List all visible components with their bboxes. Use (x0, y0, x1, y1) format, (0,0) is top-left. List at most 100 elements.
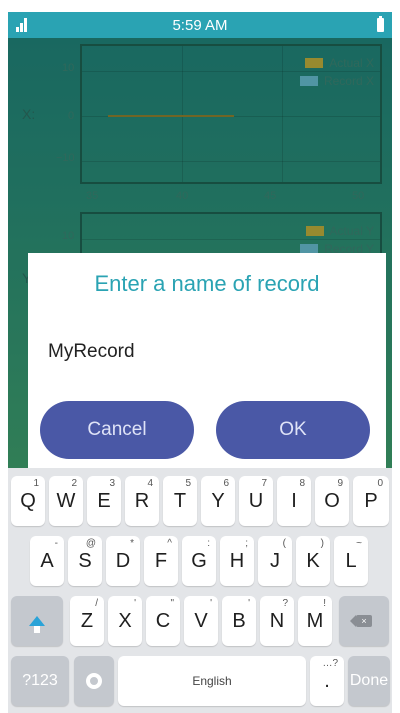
key-n[interactable]: ? N (260, 596, 294, 646)
key-j[interactable]: (J (258, 536, 292, 586)
key-v[interactable]: ' V (184, 596, 218, 646)
key-n-alt: ? (282, 598, 288, 609)
key-c-alt: " (170, 598, 174, 609)
record-name-dialog: Enter a name of record Cancel OK (28, 253, 386, 468)
key-d[interactable]: * D (106, 536, 140, 586)
backspace-key[interactable]: × (339, 596, 389, 646)
key-x-label: X (118, 609, 132, 632)
key-b-label: B (232, 609, 246, 632)
key-y[interactable]: 6Y (201, 476, 235, 526)
key-i-label: I (291, 489, 297, 512)
key-w-alt: 2 (71, 478, 77, 489)
key-g-label: G (191, 549, 207, 572)
key-q[interactable]: 1Q (11, 476, 45, 526)
cancel-button[interactable]: Cancel (40, 401, 194, 459)
key-f-alt: ^ (167, 538, 172, 549)
key-o-label: O (324, 489, 340, 512)
key-s-label: S (78, 549, 92, 572)
screen: 5:59 AM X: 10 0 −10 Actual X Record X 35… (0, 0, 400, 713)
key-z-label: Z (80, 609, 94, 632)
key-s[interactable]: @ S (68, 536, 102, 586)
key-f[interactable]: ^ F (144, 536, 178, 586)
key-h[interactable]: ; H (220, 536, 254, 586)
key-a-label: A (40, 549, 54, 572)
key-i[interactable]: 8I (277, 476, 311, 526)
dialog-title: Enter a name of record (94, 271, 320, 296)
key-o[interactable]: 9O (315, 476, 349, 526)
shift-key[interactable] (11, 596, 63, 646)
key-l-label: L (345, 549, 357, 572)
shift-arrow-icon (29, 616, 45, 633)
key-m[interactable]: ! M (298, 596, 332, 646)
key-a[interactable]: -A (30, 536, 64, 586)
key-t-label: T (173, 489, 187, 512)
key-w-label: W (56, 489, 76, 512)
soft-keyboard: 1Q 2W 3E 4R 5T 6Y 7U 8I 9O 0P -A @ S * D ^… (8, 468, 392, 713)
key-l-alt: ~ (356, 538, 362, 549)
key-a-alt: - (54, 538, 58, 549)
key-c-label: C (155, 609, 171, 632)
key-p[interactable]: 0P (353, 476, 389, 526)
status-time: 5:59 AM (172, 17, 228, 34)
key-w[interactable]: 2W (49, 476, 83, 526)
key-d-label: D (115, 549, 131, 572)
key-u[interactable]: 7U (239, 476, 273, 526)
key-k[interactable]: ) K (296, 536, 330, 586)
symbols-key[interactable]: ?123 (11, 656, 69, 706)
space-key[interactable]: English (118, 656, 306, 706)
key-g-alt: : (207, 538, 210, 549)
key-h-alt: ; (245, 538, 248, 549)
key-c[interactable]: " C (146, 596, 180, 646)
key-m-label: M (306, 609, 324, 632)
key-v-label: V (194, 609, 208, 632)
battery-icon (377, 16, 384, 32)
key-r[interactable]: 4R (125, 476, 159, 526)
key-j-label: J (270, 549, 280, 572)
key-r-label: R (134, 489, 150, 512)
backspace-icon: × (350, 615, 372, 627)
period-key[interactable]: …?. (310, 656, 344, 706)
key-t[interactable]: 5T (163, 476, 197, 526)
key-u-label: U (248, 489, 264, 512)
key-b-alt: ' (248, 598, 250, 609)
key-x-alt: ' (134, 598, 136, 609)
key-v-alt: ' (210, 598, 212, 609)
key-y-alt: 6 (223, 478, 229, 489)
record-name-input[interactable] (48, 341, 358, 363)
key-z-alt: / (95, 598, 98, 609)
key-t-alt: 5 (185, 478, 191, 489)
key-n-label: N (269, 609, 285, 632)
key-y-label: Y (211, 489, 225, 512)
key-u-alt: 7 (261, 478, 267, 489)
key-b[interactable]: ' B (222, 596, 256, 646)
key-k-label: K (306, 549, 320, 572)
key-p-alt: 0 (377, 478, 383, 489)
key-e-alt: 3 (109, 478, 115, 489)
key-l[interactable]: ~ L (334, 536, 368, 586)
key-m-alt: ! (323, 598, 326, 609)
gear-icon (86, 673, 102, 689)
key-z[interactable]: / Z (70, 596, 104, 646)
key-f-label: F (154, 549, 168, 572)
key-o-alt: 9 (337, 478, 343, 489)
period-key-label: . (324, 669, 330, 692)
done-key[interactable]: Done (348, 656, 390, 706)
status-bar: 5:59 AM (8, 12, 392, 38)
key-e-label: E (97, 489, 111, 512)
key-i-alt: 8 (299, 478, 305, 489)
key-e[interactable]: 3E (87, 476, 121, 526)
key-k-alt: ) (320, 538, 324, 549)
key-p-label: P (364, 489, 378, 512)
key-x[interactable]: ' X (108, 596, 142, 646)
key-s-alt: @ (85, 538, 96, 549)
key-r-alt: 4 (147, 478, 153, 489)
keyboard-settings-key[interactable] (74, 656, 114, 706)
period-key-alt: …? (322, 658, 338, 669)
key-g[interactable]: :G (182, 536, 216, 586)
key-q-label: Q (20, 489, 36, 512)
key-h-label: H (229, 549, 245, 572)
key-j-alt: ( (282, 538, 286, 549)
key-d-alt: * (130, 538, 134, 549)
key-q-alt: 1 (33, 478, 39, 489)
ok-button[interactable]: OK (216, 401, 370, 459)
